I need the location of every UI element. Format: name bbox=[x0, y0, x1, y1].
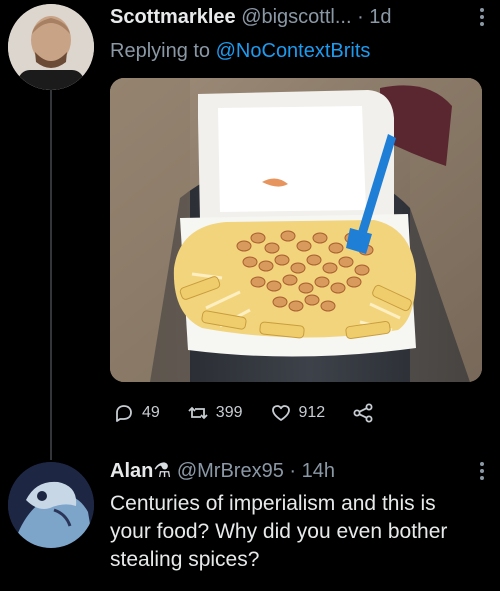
profile-photo bbox=[8, 4, 94, 90]
avatar[interactable] bbox=[8, 4, 94, 90]
reply-action[interactable]: 49 bbox=[112, 401, 160, 425]
food-photo bbox=[110, 78, 482, 382]
profile-photo bbox=[8, 462, 94, 548]
more-icon[interactable] bbox=[472, 460, 492, 482]
tweet-image[interactable] bbox=[110, 78, 482, 382]
tweet-actions: 49 399 912 bbox=[112, 398, 442, 428]
retweet-count: 399 bbox=[215, 404, 243, 421]
replying-to-handle[interactable]: @NoContextBrits bbox=[216, 40, 371, 62]
timestamp[interactable]: · 14h bbox=[289, 460, 335, 482]
heart-icon bbox=[271, 405, 290, 421]
share-icon bbox=[353, 403, 373, 423]
like-action[interactable]: 912 bbox=[269, 401, 326, 425]
name-emoji: ⚗ bbox=[153, 460, 172, 482]
replying-label: Replying to bbox=[110, 40, 211, 62]
tweet-header: Scottmarklee @bigscottl... · 1d bbox=[110, 4, 490, 30]
comment-icon bbox=[116, 405, 132, 422]
timestamp[interactable]: · 1d bbox=[357, 6, 391, 28]
handle[interactable]: @MrBrex95 bbox=[177, 460, 284, 482]
retweet-icon bbox=[188, 406, 208, 420]
avatar[interactable] bbox=[8, 462, 94, 548]
handle[interactable]: @bigscottl... bbox=[241, 6, 351, 28]
reply-text: Centuries of imperialism and this is you… bbox=[110, 492, 448, 571]
reply-header: Alan⚗ @MrBrex95 · 14h bbox=[110, 458, 490, 484]
reply-count: 49 bbox=[142, 404, 160, 421]
thread-connector-line bbox=[50, 86, 52, 460]
more-icon[interactable] bbox=[472, 6, 492, 28]
retweet-action[interactable]: 399 bbox=[186, 401, 243, 425]
replying-to-line: Replying to @NoContextBrits bbox=[110, 38, 370, 64]
display-name[interactable]: Alan bbox=[110, 460, 153, 482]
display-name[interactable]: Scottmarklee bbox=[110, 6, 236, 28]
share-action[interactable] bbox=[351, 401, 375, 425]
like-count: 912 bbox=[298, 404, 326, 421]
